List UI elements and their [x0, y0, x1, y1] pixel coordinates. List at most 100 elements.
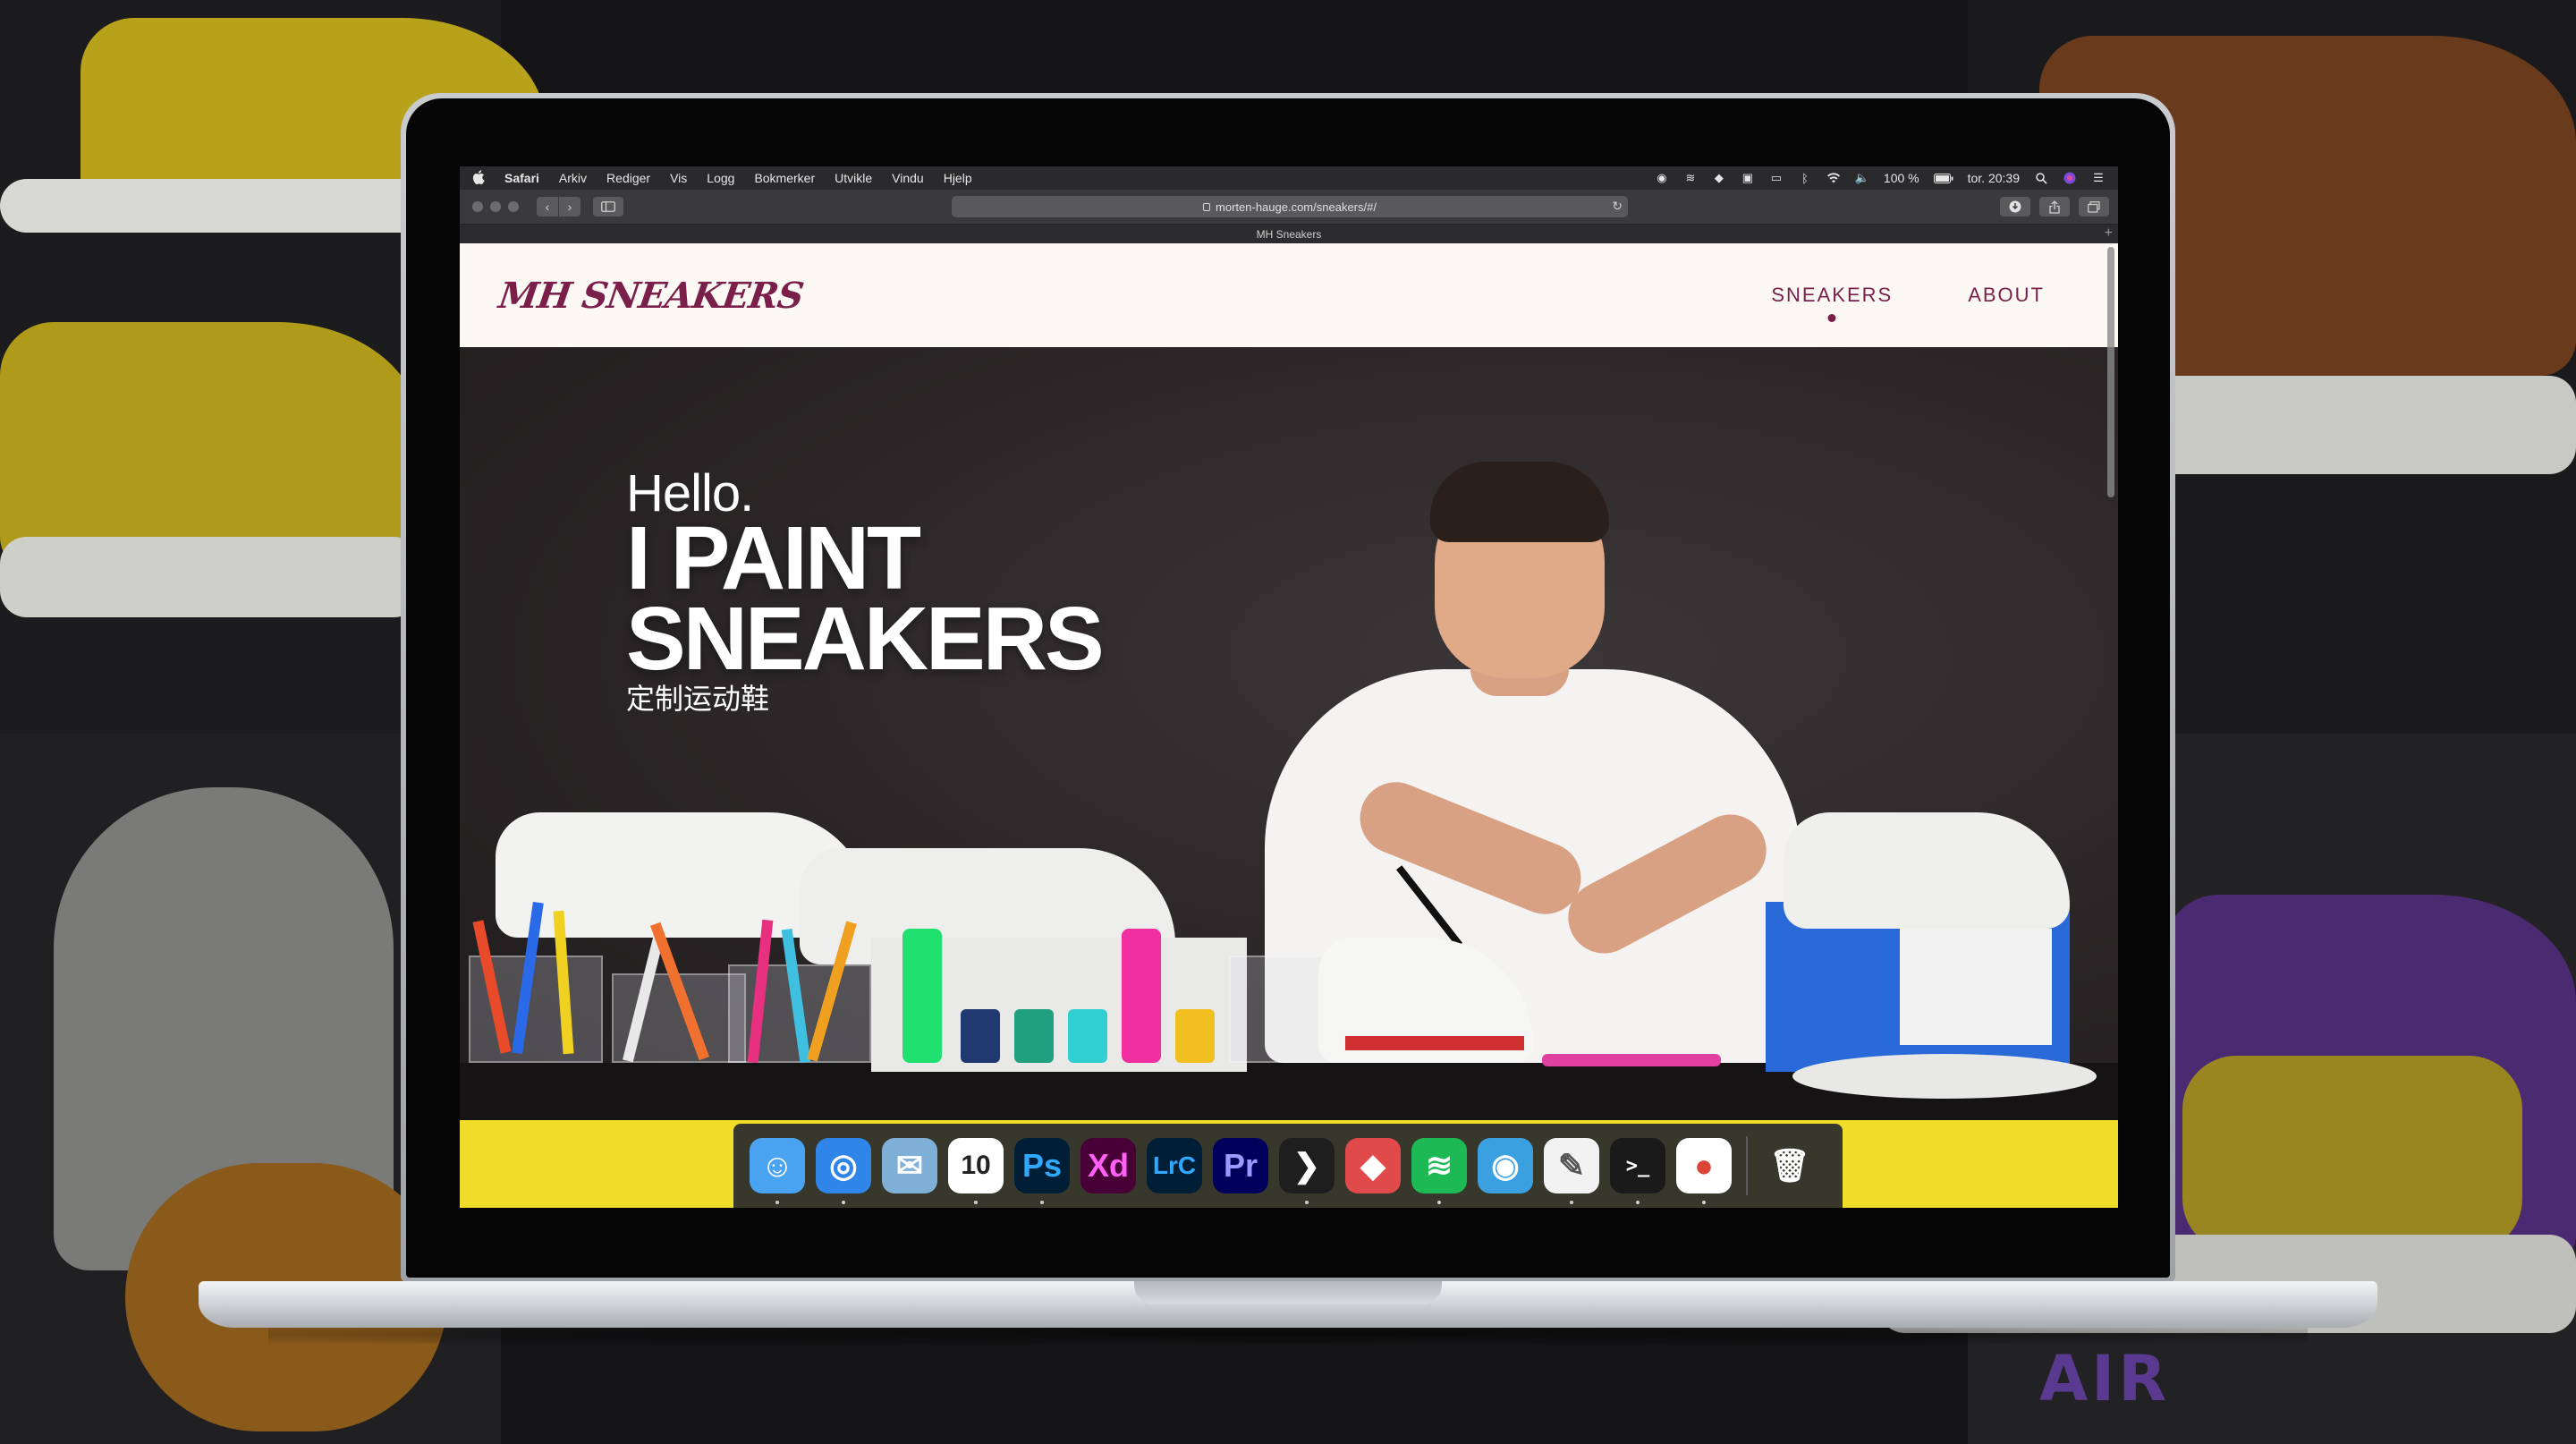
- chevron-right-icon: ›: [567, 200, 572, 214]
- menu-rediger[interactable]: Rediger: [606, 171, 650, 185]
- paint-bottle-green: [902, 929, 942, 1063]
- airplay-icon[interactable]: ▭: [1769, 171, 1784, 184]
- adobe-xd-icon: Xd: [1087, 1147, 1129, 1184]
- volume-icon[interactable]: 🔈: [1855, 171, 1869, 184]
- vs-code-icon: ❯: [1292, 1147, 1321, 1184]
- notification-center-icon[interactable]: ☰: [2091, 171, 2106, 184]
- menubar-status-area: ◉ ≋ ◆ ▣ ▭ ᛒ 🔈 100 % tor. 20:39 ☰: [1640, 171, 2106, 185]
- trash-icon: 🗑: [1769, 1147, 1810, 1184]
- calendar-icon[interactable]: ▣: [1741, 171, 1755, 184]
- menu-utvikle[interactable]: Utvikle: [835, 171, 872, 185]
- nav-link-about-label: ABOUT: [1968, 284, 2045, 306]
- menu-vis[interactable]: Vis: [670, 171, 687, 185]
- running-indicator-dot: [1305, 1201, 1309, 1204]
- adobe-icon[interactable]: ◉: [1655, 171, 1669, 184]
- tabs-overview-button[interactable]: [2079, 197, 2109, 217]
- photoshop-icon: Ps: [1021, 1147, 1063, 1184]
- spotlight-search-icon[interactable]: [2034, 172, 2048, 184]
- dock-app-adobe-xd[interactable]: Xd: [1080, 1138, 1136, 1193]
- paint-bottle-pink: [1122, 929, 1161, 1063]
- dock-app-vs-code[interactable]: ❯: [1279, 1138, 1335, 1204]
- sneaker-red-stripe: [1345, 1036, 1524, 1050]
- laptop-notch: [1134, 1281, 1442, 1304]
- dock-separator: [1746, 1136, 1748, 1195]
- dock-app-tower[interactable]: ◆: [1345, 1138, 1401, 1193]
- running-indicator-dot: [974, 1201, 978, 1204]
- chevron-left-icon: ‹: [545, 200, 550, 214]
- tower-icon: ◆: [1360, 1147, 1385, 1184]
- dock-app-lightroom-classic[interactable]: LrC: [1147, 1138, 1202, 1193]
- dock-app-textedit[interactable]: ✎: [1544, 1138, 1599, 1204]
- download-icon: [2009, 200, 2021, 213]
- menu-hjelp[interactable]: Hjelp: [944, 171, 972, 185]
- bg-text-air: AIR: [2039, 1342, 2171, 1415]
- tweetbot-icon: ◉: [1491, 1147, 1520, 1184]
- running-indicator-dot: [1040, 1201, 1044, 1204]
- page-scrollbar[interactable]: [2107, 247, 2114, 497]
- marker-pink: [1542, 1054, 1721, 1066]
- running-indicator-dot: [1570, 1201, 1573, 1204]
- paint-jar-cyan: [1068, 1009, 1107, 1063]
- bluetooth-icon[interactable]: ᛒ: [1798, 172, 1812, 185]
- tab-mh-sneakers[interactable]: MH Sneakers: [1257, 228, 1322, 241]
- menubar-app-name[interactable]: Safari: [504, 171, 539, 185]
- share-icon: [2049, 200, 2060, 214]
- site-logo[interactable]: MH SNEAKERS: [496, 275, 806, 317]
- dock-app-mail[interactable]: ✉: [882, 1138, 937, 1193]
- dock-app-calendar[interactable]: 10: [948, 1138, 1004, 1204]
- menu-arkiv[interactable]: Arkiv: [559, 171, 587, 185]
- menu-vindu[interactable]: Vindu: [892, 171, 924, 185]
- menu-bokmerker[interactable]: Bokmerker: [754, 171, 815, 185]
- forward-button[interactable]: ›: [559, 197, 580, 217]
- battery-percentage[interactable]: 100 %: [1884, 171, 1919, 185]
- lock-icon: [1203, 202, 1211, 211]
- dock-app-spotify[interactable]: ≋: [1411, 1138, 1467, 1204]
- address-bar-url[interactable]: morten-hauge.com/sneakers/#/: [1216, 200, 1377, 214]
- dock-app-tweetbot[interactable]: ◉: [1478, 1138, 1533, 1193]
- running-indicator-dot: [1437, 1201, 1441, 1204]
- back-button[interactable]: ‹: [537, 197, 558, 217]
- battery-icon[interactable]: [1933, 172, 1953, 184]
- menubar-clock[interactable]: tor. 20:39: [1968, 171, 2020, 185]
- chrome-icon: ●: [1694, 1147, 1714, 1184]
- address-bar[interactable]: morten-hauge.com/sneakers/#/ ↻: [952, 196, 1628, 217]
- bg-sneaker-sole: [0, 537, 420, 617]
- dropbox-icon[interactable]: ◆: [1712, 171, 1726, 184]
- minimize-window-button[interactable]: [490, 201, 501, 212]
- dock-app-chrome[interactable]: ●: [1676, 1138, 1732, 1204]
- dock-app-terminal[interactable]: >_: [1610, 1138, 1665, 1204]
- nav-link-sneakers-label: SNEAKERS: [1771, 284, 1894, 306]
- marker-cup: [1229, 956, 1327, 1063]
- sidebar-button[interactable]: [593, 197, 623, 217]
- laptop-screen: Safari Arkiv Rediger Vis Logg Bokmerker …: [460, 166, 2118, 1208]
- downloads-button[interactable]: [2000, 197, 2030, 217]
- hero-subtitle: 定制运动鞋: [626, 682, 770, 716]
- dock-app-trash[interactable]: 🗑: [1762, 1138, 1818, 1193]
- safari-toolbar: ‹ › morten-hauge.com/sneakers/#/ ↻: [460, 190, 2118, 224]
- wifi-icon[interactable]: [1826, 172, 1841, 184]
- siri-icon[interactable]: [2063, 172, 2077, 184]
- tabs-overview-icon: [2088, 200, 2100, 213]
- close-window-button[interactable]: [472, 201, 483, 212]
- paint-jar-teal: [1014, 1009, 1054, 1063]
- running-indicator-dot: [842, 1201, 845, 1204]
- shoebox-label: [1900, 929, 2052, 1045]
- dock-app-photoshop[interactable]: Ps: [1014, 1138, 1070, 1204]
- sidebar-icon: [601, 201, 615, 212]
- reload-icon[interactable]: ↻: [1612, 199, 1623, 214]
- zoom-window-button[interactable]: [508, 201, 519, 212]
- dock-app-premiere-pro[interactable]: Pr: [1213, 1138, 1268, 1193]
- dock-app-safari[interactable]: ◎: [816, 1138, 871, 1204]
- new-tab-button[interactable]: +: [2105, 225, 2113, 242]
- spotify-icon[interactable]: ≋: [1683, 171, 1698, 184]
- running-indicator-dot: [775, 1201, 779, 1204]
- menu-logg[interactable]: Logg: [707, 171, 734, 185]
- mail-icon: ✉: [895, 1147, 924, 1184]
- calendar-icon: 10: [961, 1151, 991, 1180]
- nav-link-about[interactable]: ABOUT: [1968, 284, 2045, 307]
- nav-link-sneakers[interactable]: SNEAKERS: [1771, 284, 1894, 322]
- apple-icon[interactable]: [472, 169, 485, 187]
- safari-icon: ◎: [829, 1147, 858, 1184]
- dock-app-finder[interactable]: ☺: [750, 1138, 805, 1204]
- share-button[interactable]: [2039, 197, 2070, 217]
